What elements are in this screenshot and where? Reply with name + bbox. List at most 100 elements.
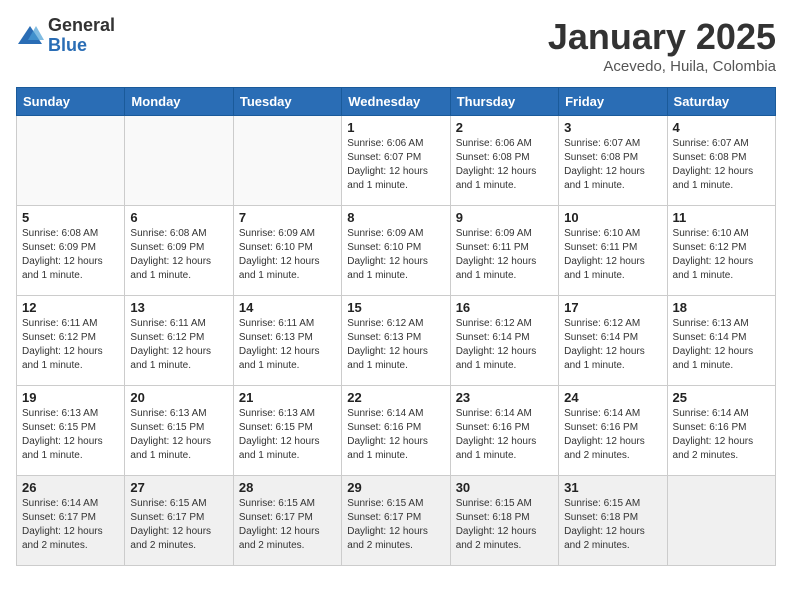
day-info: Sunrise: 6:15 AM Sunset: 6:17 PM Dayligh… — [130, 497, 227, 553]
day-number: 19 — [22, 390, 119, 405]
calendar-cell: 10 Sunrise: 6:10 AM Sunset: 6:11 PM Dayli… — [559, 206, 667, 296]
calendar-cell: 7 Sunrise: 6:09 AM Sunset: 6:10 PM Daylig… — [233, 206, 341, 296]
header-thursday: Thursday — [450, 88, 558, 116]
calendar-cell: 25 Sunrise: 6:14 AM Sunset: 6:16 PM Dayli… — [667, 386, 775, 476]
calendar-week-4: 19 Sunrise: 6:13 AM Sunset: 6:15 PM Dayli… — [17, 386, 776, 476]
calendar-cell: 22Sunrise: 6:14 AM Sunset: 6:16 PM Dayli… — [342, 386, 450, 476]
day-number: 21 — [239, 390, 336, 405]
calendar-cell: 31 Sunrise: 6:15 AM Sunset: 6:18 PM Dayli… — [559, 476, 667, 566]
day-info: Sunrise: 6:10 AM Sunset: 6:12 PM Dayligh… — [673, 227, 770, 283]
calendar-cell: 8Sunrise: 6:09 AM Sunset: 6:10 PM Daylig… — [342, 206, 450, 296]
day-info: Sunrise: 6:12 AM Sunset: 6:14 PM Dayligh… — [456, 317, 553, 373]
title-section: January 2025 Acevedo, Huila, Colombia — [548, 16, 776, 75]
day-info: Sunrise: 6:15 AM Sunset: 6:18 PM Dayligh… — [564, 497, 661, 553]
calendar-cell: 19 Sunrise: 6:13 AM Sunset: 6:15 PM Dayli… — [17, 386, 125, 476]
calendar-cell — [233, 116, 341, 206]
calendar-cell: 17 Sunrise: 6:12 AM Sunset: 6:14 PM Dayli… — [559, 296, 667, 386]
day-number: 24 — [564, 390, 661, 405]
calendar-week-5: 26 Sunrise: 6:14 AM Sunset: 6:17 PM Dayli… — [17, 476, 776, 566]
day-number: 25 — [673, 390, 770, 405]
day-number: 8 — [347, 210, 444, 225]
calendar-cell: 15 Sunrise: 6:12 AM Sunset: 6:13 PM Dayli… — [342, 296, 450, 386]
calendar-cell: 18Sunrise: 6:13 AM Sunset: 6:14 PM Dayli… — [667, 296, 775, 386]
day-number: 3 — [564, 120, 661, 135]
header-tuesday: Tuesday — [233, 88, 341, 116]
calendar-subtitle: Acevedo, Huila, Colombia — [548, 58, 776, 75]
day-info: Sunrise: 6:15 AM Sunset: 6:17 PM Dayligh… — [239, 497, 336, 553]
day-number: 6 — [130, 210, 227, 225]
day-info: Sunrise: 6:11 AM Sunset: 6:13 PM Dayligh… — [239, 317, 336, 373]
calendar-week-1: 1Sunrise: 6:06 AM Sunset: 6:07 PM Daylig… — [17, 116, 776, 206]
day-info: Sunrise: 6:14 AM Sunset: 6:16 PM Dayligh… — [673, 407, 770, 463]
calendar-cell: 26 Sunrise: 6:14 AM Sunset: 6:17 PM Dayli… — [17, 476, 125, 566]
day-number: 7 — [239, 210, 336, 225]
calendar-cell: 24 Sunrise: 6:14 AM Sunset: 6:16 PM Dayli… — [559, 386, 667, 476]
calendar-cell: 30 Sunrise: 6:15 AM Sunset: 6:18 PM Dayli… — [450, 476, 558, 566]
header-wednesday: Wednesday — [342, 88, 450, 116]
calendar-cell: 1Sunrise: 6:06 AM Sunset: 6:07 PM Daylig… — [342, 116, 450, 206]
calendar-week-2: 5Sunrise: 6:08 AM Sunset: 6:09 PM Daylig… — [17, 206, 776, 296]
day-info: Sunrise: 6:13 AM Sunset: 6:15 PM Dayligh… — [130, 407, 227, 463]
day-info: Sunrise: 6:13 AM Sunset: 6:15 PM Dayligh… — [22, 407, 119, 463]
header-row: Sunday Monday Tuesday Wednesday Thursday… — [17, 88, 776, 116]
day-info: Sunrise: 6:13 AM Sunset: 6:14 PM Dayligh… — [673, 317, 770, 373]
day-number: 16 — [456, 300, 553, 315]
calendar-cell: 16 Sunrise: 6:12 AM Sunset: 6:14 PM Dayli… — [450, 296, 558, 386]
day-info: Sunrise: 6:12 AM Sunset: 6:13 PM Dayligh… — [347, 317, 444, 373]
day-info: Sunrise: 6:06 AM Sunset: 6:07 PM Dayligh… — [347, 137, 444, 193]
day-info: Sunrise: 6:09 AM Sunset: 6:10 PM Dayligh… — [239, 227, 336, 283]
calendar-cell: 23Sunrise: 6:14 AM Sunset: 6:16 PM Dayli… — [450, 386, 558, 476]
logo-general: General — [48, 16, 115, 36]
day-number: 10 — [564, 210, 661, 225]
day-info: Sunrise: 6:11 AM Sunset: 6:12 PM Dayligh… — [22, 317, 119, 373]
day-number: 13 — [130, 300, 227, 315]
day-info: Sunrise: 6:09 AM Sunset: 6:11 PM Dayligh… — [456, 227, 553, 283]
calendar-header: Sunday Monday Tuesday Wednesday Thursday… — [17, 88, 776, 116]
calendar-cell: 27Sunrise: 6:15 AM Sunset: 6:17 PM Dayli… — [125, 476, 233, 566]
day-info: Sunrise: 6:06 AM Sunset: 6:08 PM Dayligh… — [456, 137, 553, 193]
day-number: 17 — [564, 300, 661, 315]
day-number: 9 — [456, 210, 553, 225]
calendar-cell: 21Sunrise: 6:13 AM Sunset: 6:15 PM Dayli… — [233, 386, 341, 476]
header-friday: Friday — [559, 88, 667, 116]
calendar-cell: 20Sunrise: 6:13 AM Sunset: 6:15 PM Dayli… — [125, 386, 233, 476]
calendar-cell — [17, 116, 125, 206]
header-sunday: Sunday — [17, 88, 125, 116]
header-monday: Monday — [125, 88, 233, 116]
calendar-cell: 14 Sunrise: 6:11 AM Sunset: 6:13 PM Dayli… — [233, 296, 341, 386]
calendar-title: January 2025 — [548, 16, 776, 58]
calendar-table: Sunday Monday Tuesday Wednesday Thursday… — [16, 87, 776, 566]
day-info: Sunrise: 6:08 AM Sunset: 6:09 PM Dayligh… — [130, 227, 227, 283]
calendar-cell: 28Sunrise: 6:15 AM Sunset: 6:17 PM Dayli… — [233, 476, 341, 566]
day-info: Sunrise: 6:14 AM Sunset: 6:16 PM Dayligh… — [347, 407, 444, 463]
calendar-cell: 11Sunrise: 6:10 AM Sunset: 6:12 PM Dayli… — [667, 206, 775, 296]
day-info: Sunrise: 6:14 AM Sunset: 6:16 PM Dayligh… — [564, 407, 661, 463]
header-saturday: Saturday — [667, 88, 775, 116]
day-info: Sunrise: 6:12 AM Sunset: 6:14 PM Dayligh… — [564, 317, 661, 373]
calendar-cell: 13 Sunrise: 6:11 AM Sunset: 6:12 PM Dayli… — [125, 296, 233, 386]
day-info: Sunrise: 6:14 AM Sunset: 6:17 PM Dayligh… — [22, 497, 119, 553]
calendar-cell — [125, 116, 233, 206]
day-number: 26 — [22, 480, 119, 495]
calendar-body: 1Sunrise: 6:06 AM Sunset: 6:07 PM Daylig… — [17, 116, 776, 566]
day-info: Sunrise: 6:07 AM Sunset: 6:08 PM Dayligh… — [673, 137, 770, 193]
calendar-cell: 3Sunrise: 6:07 AM Sunset: 6:08 PM Daylig… — [559, 116, 667, 206]
calendar-week-3: 12 Sunrise: 6:11 AM Sunset: 6:12 PM Dayli… — [17, 296, 776, 386]
day-number: 14 — [239, 300, 336, 315]
day-info: Sunrise: 6:08 AM Sunset: 6:09 PM Dayligh… — [22, 227, 119, 283]
day-number: 2 — [456, 120, 553, 135]
day-info: Sunrise: 6:10 AM Sunset: 6:11 PM Dayligh… — [564, 227, 661, 283]
day-number: 30 — [456, 480, 553, 495]
calendar-cell: 12 Sunrise: 6:11 AM Sunset: 6:12 PM Dayli… — [17, 296, 125, 386]
calendar-cell: 2 Sunrise: 6:06 AM Sunset: 6:08 PM Daylig… — [450, 116, 558, 206]
day-number: 12 — [22, 300, 119, 315]
day-info: Sunrise: 6:15 AM Sunset: 6:17 PM Dayligh… — [347, 497, 444, 553]
day-info: Sunrise: 6:15 AM Sunset: 6:18 PM Dayligh… — [456, 497, 553, 553]
calendar-cell: 29 Sunrise: 6:15 AM Sunset: 6:17 PM Dayli… — [342, 476, 450, 566]
day-number: 31 — [564, 480, 661, 495]
day-number: 23 — [456, 390, 553, 405]
day-number: 29 — [347, 480, 444, 495]
day-number: 15 — [347, 300, 444, 315]
calendar-cell: 5Sunrise: 6:08 AM Sunset: 6:09 PM Daylig… — [17, 206, 125, 296]
day-info: Sunrise: 6:11 AM Sunset: 6:12 PM Dayligh… — [130, 317, 227, 373]
